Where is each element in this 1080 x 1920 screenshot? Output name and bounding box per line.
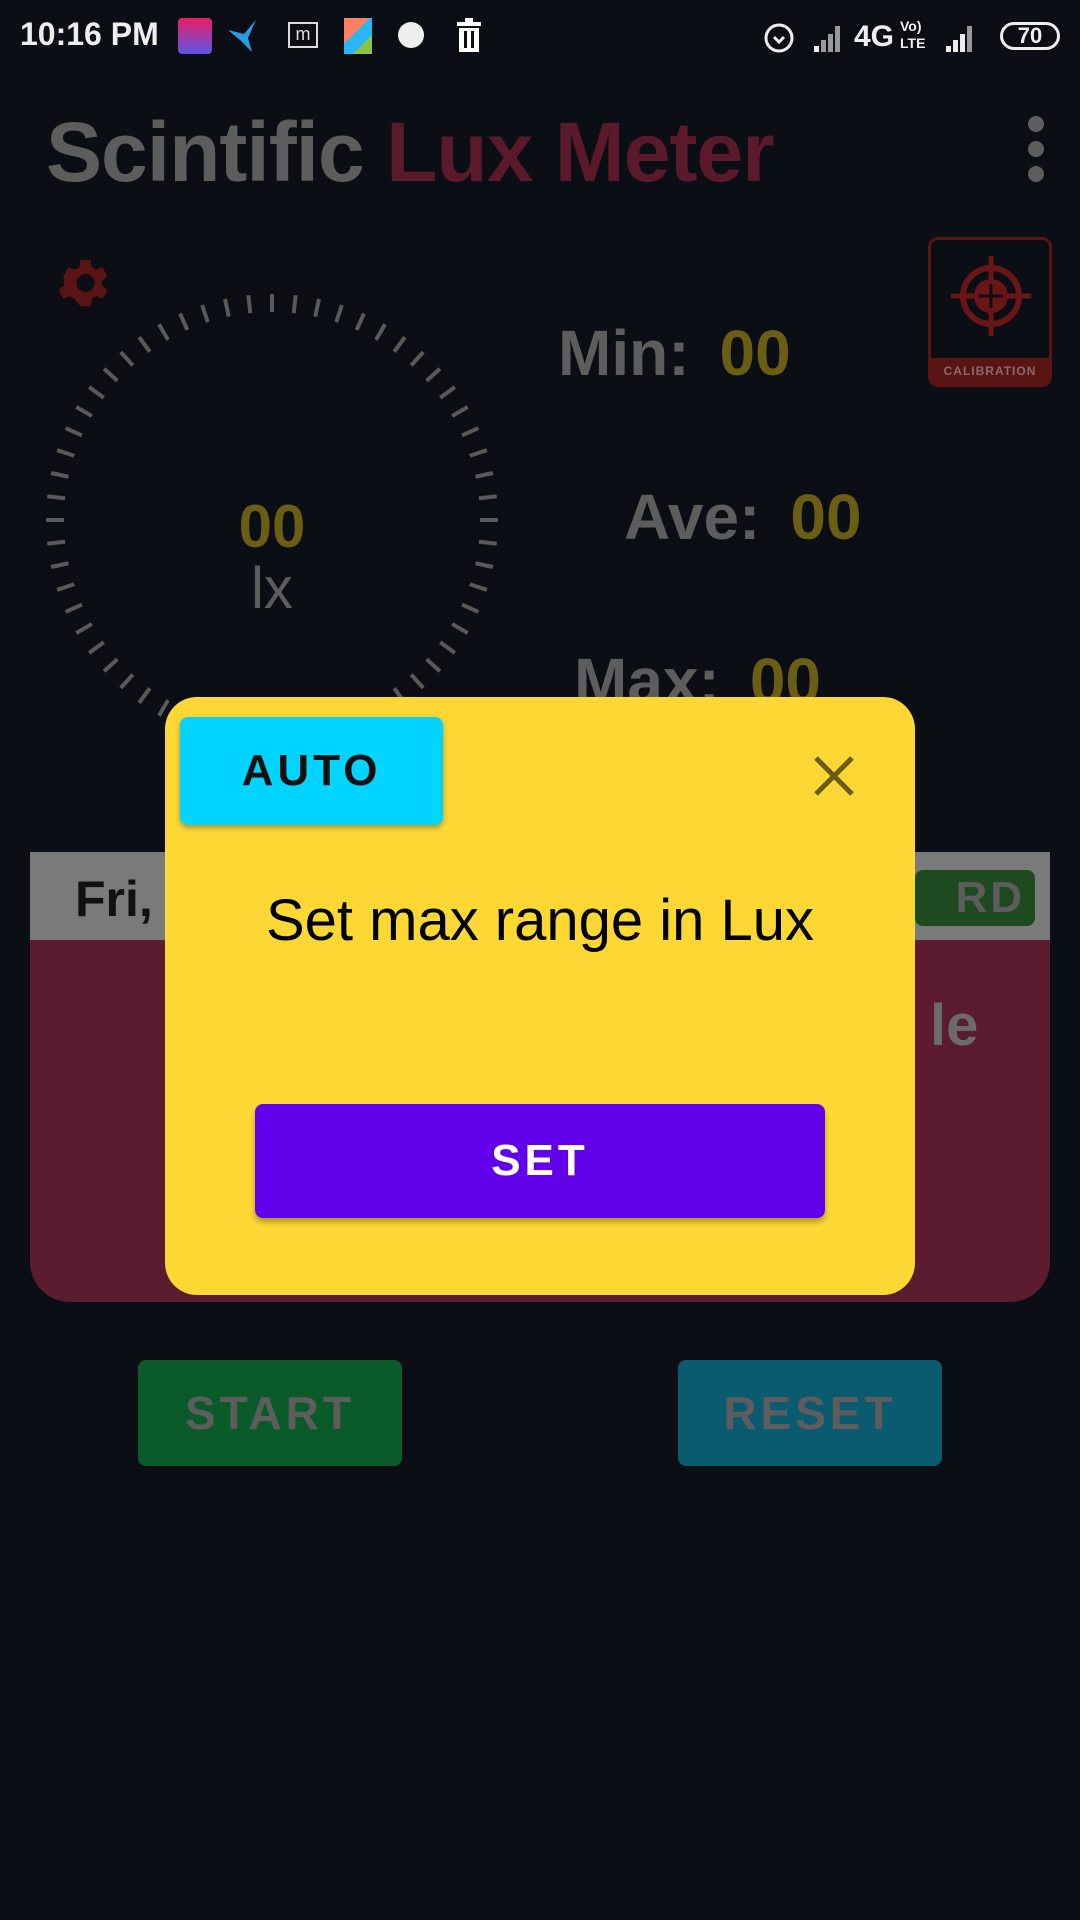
- min-label: Min:: [558, 317, 690, 389]
- dial-tick: [461, 426, 480, 438]
- dial-tick: [50, 471, 69, 479]
- dial-tick: [47, 539, 66, 546]
- reset-button[interactable]: RESET: [678, 1360, 942, 1466]
- dial-tick: [64, 426, 83, 438]
- close-icon[interactable]: [810, 752, 858, 800]
- network-type: 4G: [854, 20, 895, 53]
- disc-alert-icon: [398, 22, 424, 48]
- title-part1: Scintific: [46, 105, 365, 199]
- status-bar: 10:16 PM m 4G Vo) LTE 70: [0, 0, 1080, 72]
- alarm-icon: [764, 23, 794, 53]
- dial-tick: [451, 405, 469, 418]
- dial-tick: [451, 622, 469, 635]
- dial-tick: [478, 494, 497, 501]
- gauge-value: 00: [238, 493, 306, 560]
- app-title: Scintific Lux Meter: [46, 104, 775, 201]
- dial-tick: [102, 657, 119, 673]
- calibration-label: CALIBRATION: [931, 358, 1049, 384]
- card-body-text: le: [930, 993, 979, 1058]
- dial-tick: [409, 350, 425, 367]
- crosshair-icon: [951, 256, 1031, 336]
- volte-indicator: Vo) LTE: [900, 18, 926, 51]
- dial-tick: [137, 335, 152, 353]
- calibration-button[interactable]: CALIBRATION: [928, 237, 1052, 387]
- auto-button[interactable]: AUTO: [180, 717, 443, 825]
- dial-tick: [392, 335, 407, 353]
- dial-tick: [475, 471, 494, 479]
- trash-icon: [457, 18, 481, 52]
- dial-tick: [56, 582, 75, 592]
- dial-tick: [157, 323, 170, 341]
- dial-tick: [119, 350, 135, 367]
- set-button[interactable]: SET: [255, 1104, 825, 1218]
- status-time: 10:16 PM: [20, 16, 159, 52]
- dial-tick: [469, 582, 488, 592]
- stat-ave: Ave: 00: [624, 480, 862, 554]
- record-button[interactable]: RD: [915, 870, 1035, 926]
- dial-tick: [75, 405, 93, 418]
- signal-icon: [814, 26, 840, 52]
- dial-tick: [439, 385, 457, 400]
- dial-tick: [246, 295, 253, 314]
- dial-tick: [291, 295, 298, 314]
- dial-tick: [87, 640, 105, 655]
- dial-tick: [75, 622, 93, 635]
- gauge-unit: lx: [251, 556, 293, 621]
- dial-tick: [439, 640, 457, 655]
- bird-app-icon: [228, 20, 256, 52]
- dial-tick: [425, 657, 442, 673]
- dial-tick: [56, 448, 75, 458]
- dial-tick: [157, 699, 170, 717]
- dial-tick: [64, 602, 83, 614]
- dial-tick: [223, 298, 231, 317]
- m-app-icon: m: [288, 22, 318, 48]
- dial-tick: [87, 385, 105, 400]
- dial-tick: [478, 539, 497, 546]
- dial-tick: [200, 304, 210, 323]
- kite-app-icon: [344, 18, 372, 54]
- signal-icon: [946, 26, 972, 52]
- dial-tick: [374, 323, 387, 341]
- max-range-dialog: AUTO Set max range in Lux SET: [165, 697, 915, 1295]
- dial-tick: [47, 494, 66, 501]
- dial-tick: [119, 673, 135, 690]
- battery-indicator: 70: [1000, 22, 1060, 50]
- dial-tick: [50, 561, 69, 569]
- dial-tick: [469, 448, 488, 458]
- ave-value: 00: [790, 481, 862, 553]
- dial-tick: [178, 312, 190, 331]
- dial-tick: [334, 304, 344, 323]
- dial-tick: [313, 298, 321, 317]
- stat-min: Min: 00: [558, 316, 791, 390]
- dial-tick: [475, 561, 494, 569]
- title-part2: Lux Meter: [386, 105, 775, 199]
- start-button[interactable]: START: [138, 1360, 402, 1466]
- dial-tick: [137, 687, 152, 705]
- dial-tick: [409, 673, 425, 690]
- dial-tick: [102, 367, 119, 383]
- dial-tick: [461, 602, 480, 614]
- ave-label: Ave:: [624, 481, 761, 553]
- min-value: 00: [719, 317, 791, 389]
- more-vert-icon[interactable]: [1022, 116, 1050, 182]
- dialog-message: Set max range in Lux: [265, 888, 815, 953]
- dial-tick: [425, 367, 442, 383]
- dial-tick: [354, 312, 366, 331]
- puzzle-app-icon: [178, 18, 212, 54]
